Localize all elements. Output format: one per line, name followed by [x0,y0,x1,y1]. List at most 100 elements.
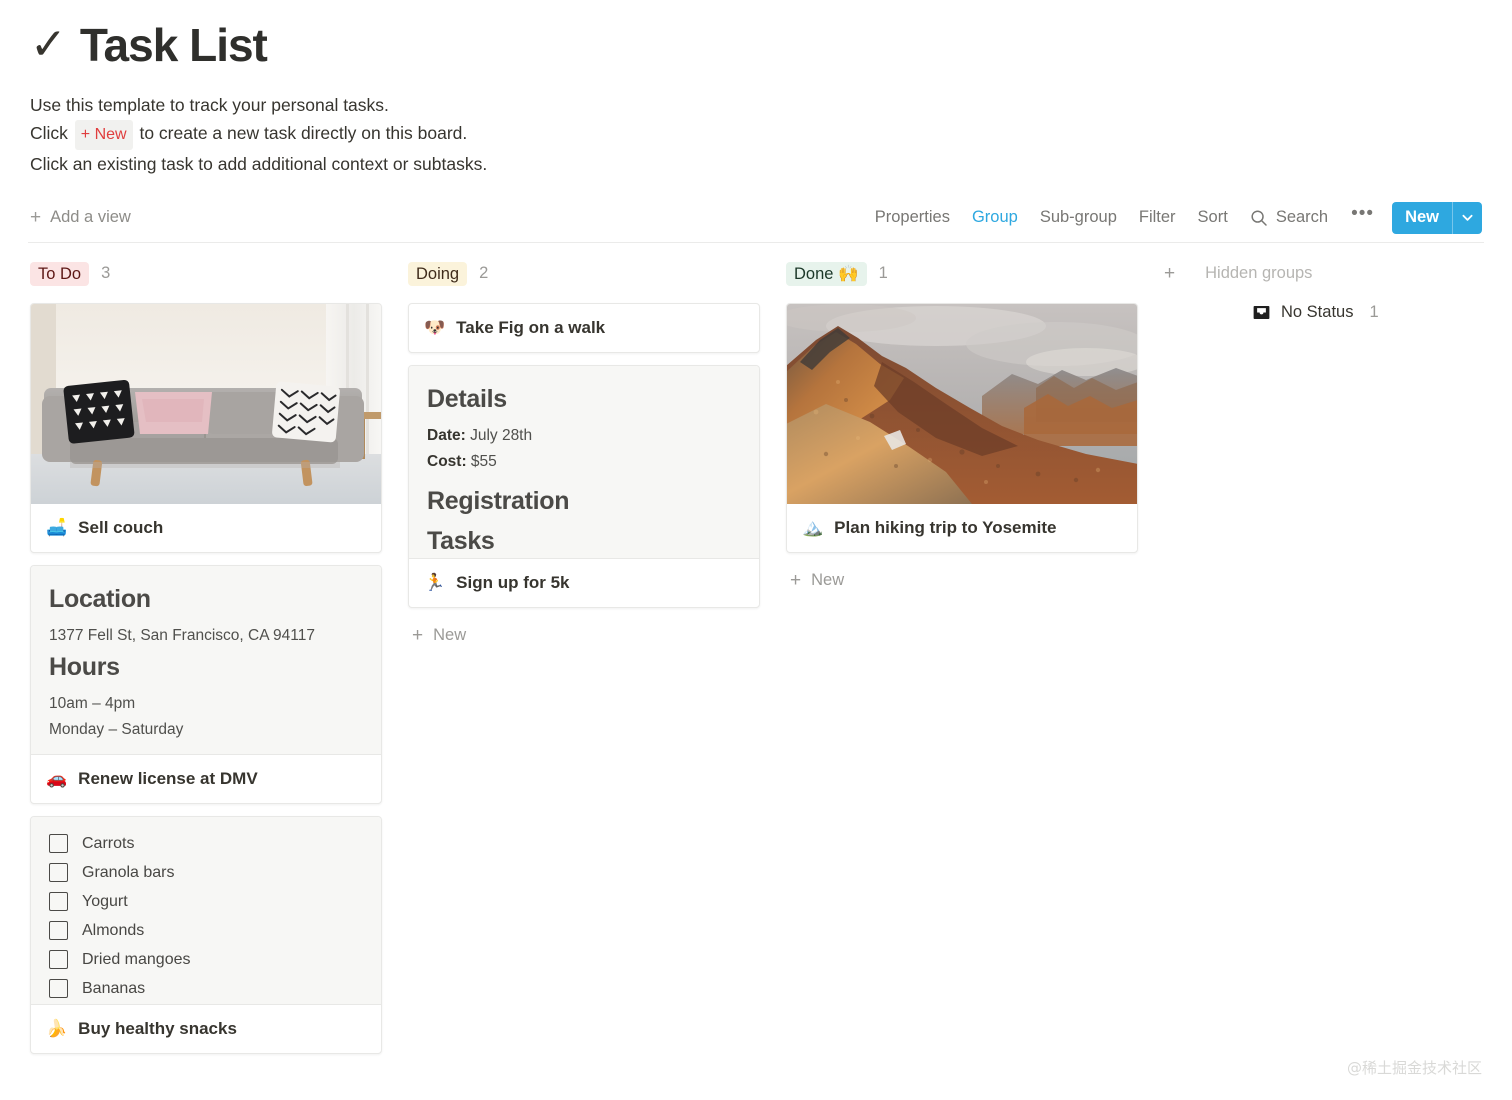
description-line-3: Click an existing task to add additional… [30,153,488,174]
inbox-icon [1253,305,1270,319]
checklist-item[interactable]: Carrots [49,833,363,855]
preview-text-address: 1377 Fell St, San Francisco, CA 94117 [49,626,315,644]
checkbox-icon[interactable] [49,921,68,941]
add-new-card-label: New [433,625,467,644]
search-icon [1251,210,1267,226]
dog-emoji-icon: 🐶 [424,318,446,338]
checklist-item[interactable]: Bananas [49,978,363,1000]
column-header-to-do[interactable]: To Do 3 [30,259,382,289]
task-card-renew-license[interactable]: Location 1377 Fell St, San Francisco, CA… [30,564,382,804]
plus-icon: + [412,624,424,646]
preview-value-cost: $55 [466,452,497,470]
checkbox-icon[interactable] [49,892,68,912]
card-title-text: Take Fig on a walk [456,317,606,337]
runner-emoji-icon: 🏃 [424,573,446,593]
preview-value-date: July 28th [465,426,533,444]
checklist-item-label: Yogurt [82,892,128,910]
inline-new-badge[interactable]: + New [74,119,133,150]
card-title-row: 🏃 Sign up for 5k [409,559,759,607]
couch-emoji-icon: 🛋️ [46,518,68,538]
kanban-board: To Do 3 🛋️ Sell couch Location 1377 Fell… [0,243,1512,1066]
checklist-item-label: Bananas [82,979,146,997]
hidden-groups-panel: + Hidden groups No Status 1 [1164,259,1512,322]
card-title-row: 🐶 Take Fig on a walk [409,304,759,352]
card-title-text: Plan hiking trip to Yosemite [834,517,1057,537]
hidden-group-count: 1 [1369,302,1379,321]
task-card-sign-up-for-5k[interactable]: Details Date: July 28th Cost: $55 Regist… [408,364,760,608]
add-new-card-done[interactable]: + New [786,565,1138,596]
description-line-2-pre: Click [30,122,68,143]
checklist-item-label: Dried mangoes [82,950,191,968]
add-view-label: Add a view [50,208,131,227]
watermark: @稀土掘金技术社区 [1346,1059,1482,1077]
mountain-photo [787,303,1137,504]
card-title-text: Sign up for 5k [456,572,570,592]
tab-properties[interactable]: Properties [864,204,961,231]
checklist-item[interactable]: Yogurt [49,891,363,913]
checkbox-icon[interactable] [49,950,68,970]
task-card-buy-snacks[interactable]: Carrots Granola bars Yogurt Almonds Drie… [30,815,382,1054]
board-column-done: Done 🙌 1 🏔️ Plan hiking trip to Yosemite… [786,259,1138,596]
preview-text-hours: 10am – 4pm [49,694,136,712]
preview-heading-details: Details [427,384,507,413]
page-title-text: Task List [79,19,268,71]
hidden-group-name: No Status [1281,302,1354,321]
tab-sort[interactable]: Sort [1187,204,1239,231]
hidden-group-no-status[interactable]: No Status 1 [1164,303,1512,322]
couch-photo [31,303,381,504]
page-title: ✓ Task List [30,20,1482,71]
preview-label-date: Date: [427,426,466,444]
tab-group[interactable]: Group [961,204,1029,231]
tab-filter[interactable]: Filter [1128,204,1187,231]
description-line-1: Use this template to track your personal… [30,94,389,115]
preview-heading-registration: Registration [427,486,570,515]
card-preview-checklist: Carrots Granola bars Yogurt Almonds Drie… [31,816,381,1005]
checklist-item-label: Almonds [82,921,145,939]
preview-heading-location: Location [49,584,151,613]
toolbar-actions: Properties Group Sub-group Filter Sort S… [864,201,1482,234]
preview-label-cost: Cost: [427,452,467,470]
column-count-doing: 2 [479,264,489,283]
column-count-done: 1 [878,264,888,283]
board-column-doing: Doing 2 🐶 Take Fig on a walk Details Dat… [408,259,760,651]
task-board-page: ✓ Task List Use this template to track y… [0,0,1512,1100]
checklist-item[interactable]: Granola bars [49,862,363,884]
checklist-item[interactable]: Dried mangoes [49,949,363,971]
search-button[interactable]: Search [1239,204,1339,231]
new-button-dropdown[interactable] [1452,201,1482,234]
checkbox-icon[interactable] [49,979,68,999]
preview-heading-tasks: Tasks [427,526,495,555]
card-title-text: Sell couch [78,517,164,537]
checklist-item-label: Carrots [82,834,135,852]
checkbox-icon[interactable] [49,834,68,854]
preview-text-days: Monday – Saturday [49,720,184,738]
more-options-button[interactable]: ••• [1339,204,1386,226]
card-preview-location: Location 1377 Fell St, San Francisco, CA… [31,565,381,755]
car-emoji-icon: 🚗 [46,769,68,789]
card-preview-details: Details Date: July 28th Cost: $55 Regist… [409,365,759,559]
checkbox-icon[interactable] [49,863,68,883]
checklist-item-label: Granola bars [82,863,175,881]
view-toolbar: + Add a view Properties Group Sub-group … [0,194,1512,242]
column-header-done[interactable]: Done 🙌 1 [786,259,1138,289]
add-new-card-doing[interactable]: + New [408,620,760,651]
status-badge-done: Done 🙌 [786,261,867,286]
task-card-plan-hiking-trip[interactable]: 🏔️ Plan hiking trip to Yosemite [786,302,1138,553]
tab-sub-group[interactable]: Sub-group [1029,204,1128,231]
plus-icon: + [30,207,42,229]
card-title-text: Renew license at DMV [78,768,258,788]
new-button[interactable]: New [1392,202,1452,234]
status-badge-doing: Doing [408,261,468,286]
task-card-sell-couch[interactable]: 🛋️ Sell couch [30,302,382,553]
hidden-groups-header: + Hidden groups [1164,259,1512,289]
checklist-item[interactable]: Almonds [49,920,363,942]
add-group-icon[interactable]: + [1164,264,1175,283]
card-title-row: 🏔️ Plan hiking trip to Yosemite [787,504,1137,552]
column-header-doing[interactable]: Doing 2 [408,259,760,289]
banana-emoji-icon: 🍌 [46,1019,68,1039]
task-card-take-fig-on-a-walk[interactable]: 🐶 Take Fig on a walk [408,302,760,353]
add-view-button[interactable]: + Add a view [30,208,131,227]
card-title-row: 🚗 Renew license at DMV [31,755,381,803]
card-title-text: Buy healthy snacks [78,1018,237,1038]
new-button-group[interactable]: New [1392,201,1482,234]
